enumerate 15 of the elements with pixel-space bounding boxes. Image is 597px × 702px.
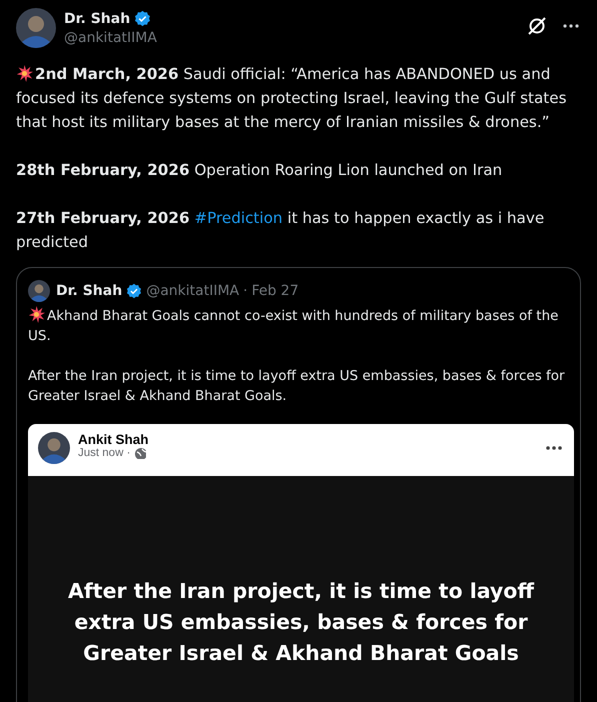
hashtag-link[interactable]: #Prediction	[194, 209, 283, 227]
post-text: 27th February, 2026 #Prediction it has to happen exactly as i have predicted	[16, 208, 546, 253]
separator-dot: ·	[243, 283, 248, 299]
post-text: 2nd March, 2026 Saudi official: “America has ABANDONED us and focused its defence systems on protecting Israel, leaving the Gulf states that host its military bases at the mercy of Iranian missiles & drones.”	[16, 64, 568, 133]
post-image-text: After the Iran project, it is time to layoff extra US embassies, bases & forces for Greater Israel & Akhand Bharat Goals	[66, 578, 536, 667]
post-text: Akhand Bharat Goals cannot co-exist with hundreds of military bases of the US.	[28, 306, 560, 346]
post-text: After the Iran project, it is time to layoff extra US embassies, bases & forces for Greater Israel & Akhand Bharat Goals.	[28, 367, 566, 406]
author-handle[interactable]: @ankitatIIMA	[64, 30, 157, 46]
post-text: 28th February, 2026 Operation Roaring Lion launched on Iran	[16, 160, 504, 181]
author-name: Dr. Shah	[56, 283, 122, 299]
author-handle: @ankitatIIMA	[146, 283, 240, 299]
poster-name: Ankit Shah	[78, 432, 149, 447]
post-date: Feb 27	[252, 283, 299, 299]
author-name[interactable]: Dr. Shah	[64, 10, 130, 26]
post-time: Just now ·	[78, 447, 130, 459]
